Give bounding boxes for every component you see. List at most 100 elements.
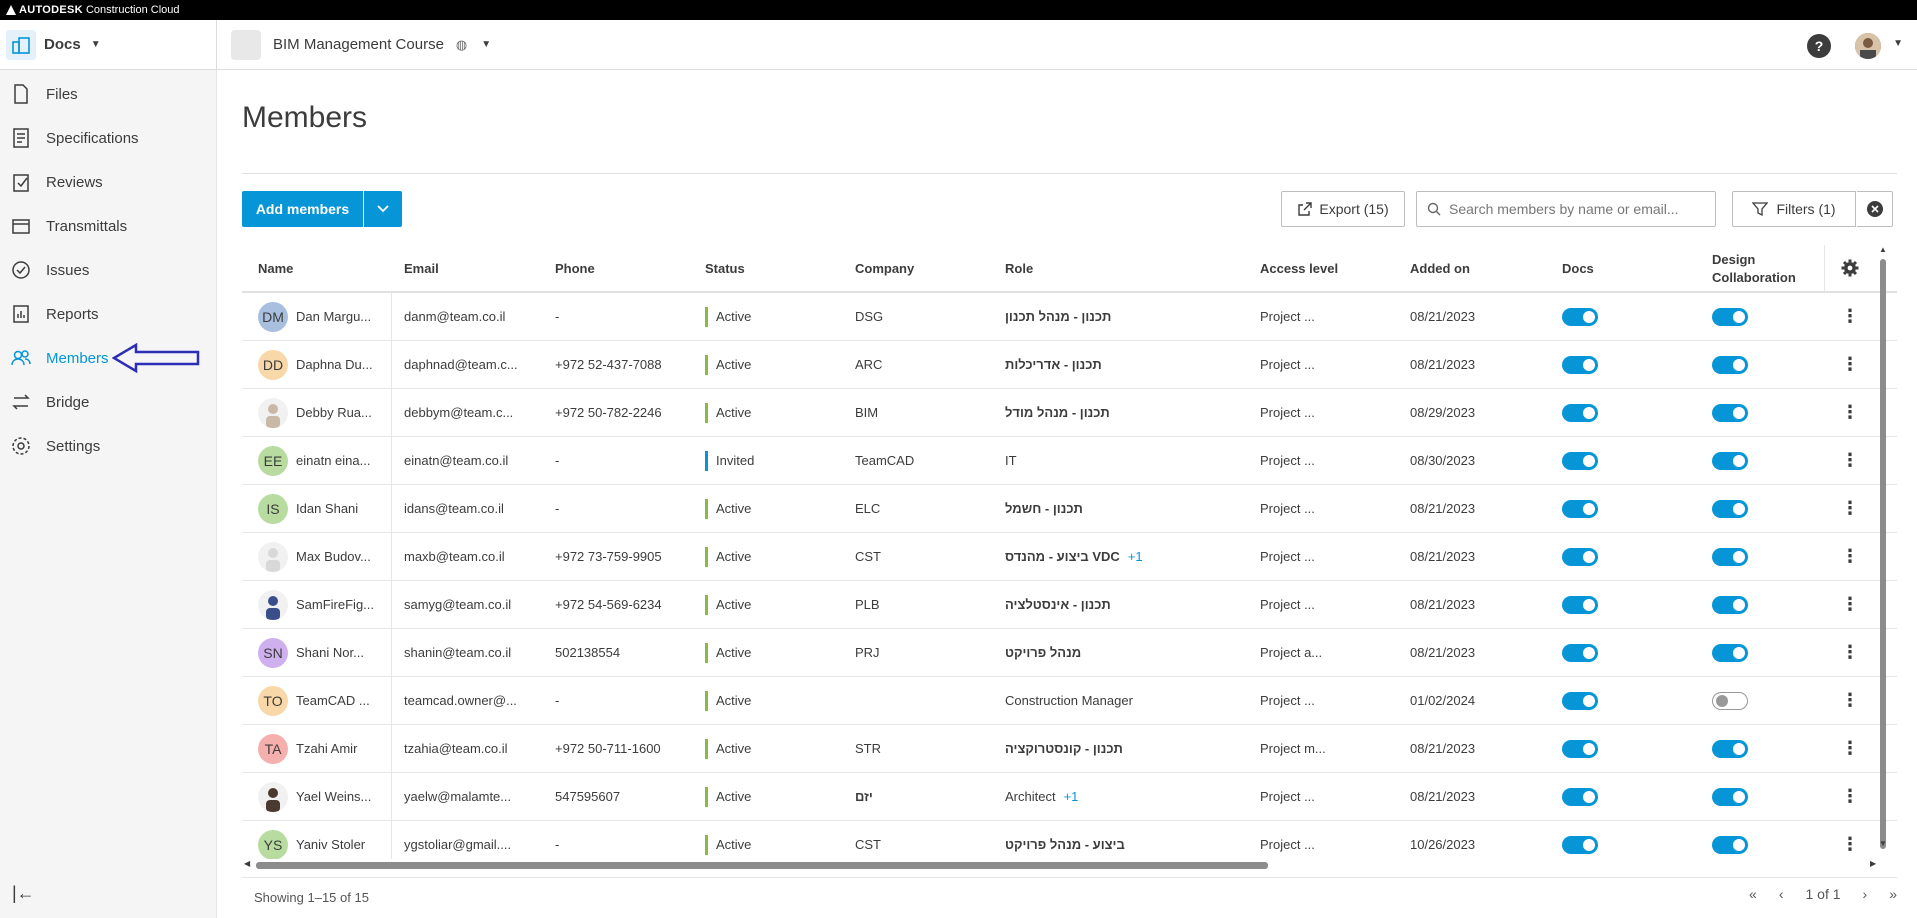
docs-access-toggle[interactable] [1562, 355, 1598, 374]
member-name-cell[interactable]: SN Shani Nor... [258, 629, 386, 676]
column-header-status[interactable]: Status [705, 245, 745, 291]
add-members-button[interactable]: Add members [242, 191, 363, 227]
scroll-right-icon[interactable]: ▶ [1870, 859, 1876, 868]
sidebar-item-transmittals[interactable]: Transmittals [0, 204, 216, 248]
row-actions-button[interactable]: ⋮ [1840, 629, 1860, 676]
docs-access-toggle[interactable] [1562, 403, 1598, 422]
sidebar-item-issues[interactable]: Issues [0, 248, 216, 292]
table-row[interactable]: TO TeamCAD ... teamcad.owner@... - Active… [242, 677, 1897, 725]
sidebar-item-settings[interactable]: Settings [0, 424, 216, 468]
column-header-access-level[interactable]: Access level [1260, 245, 1338, 291]
row-actions-button[interactable]: ⋮ [1840, 725, 1860, 772]
column-header-added-on[interactable]: Added on [1410, 245, 1470, 291]
design-collaboration-toggle[interactable] [1712, 595, 1748, 614]
row-actions-button[interactable]: ⋮ [1840, 293, 1860, 340]
member-name-cell[interactable]: DD Daphna Du... [258, 341, 386, 388]
row-actions-button[interactable]: ⋮ [1840, 389, 1860, 436]
design-collaboration-toggle[interactable] [1712, 355, 1748, 374]
design-collaboration-toggle[interactable] [1712, 547, 1748, 566]
table-row[interactable]: SN Shani Nor... shanin@team.co.il 5021385… [242, 629, 1897, 677]
design-collaboration-toggle[interactable] [1712, 499, 1748, 518]
column-header-company[interactable]: Company [855, 245, 914, 291]
scrollbar-thumb[interactable] [1880, 259, 1886, 849]
table-row[interactable]: Yael Weins... yaelw@malamte... 547595607… [242, 773, 1897, 821]
column-header-name[interactable]: Name [258, 245, 293, 291]
member-name-cell[interactable]: Yael Weins... [258, 773, 386, 820]
member-name-cell[interactable]: YS Yaniv Stoler [258, 821, 386, 859]
sidebar-item-files[interactable]: Files [0, 72, 216, 116]
clear-filters-button[interactable] [1857, 191, 1893, 227]
row-actions-button[interactable]: ⋮ [1840, 773, 1860, 820]
member-name-cell[interactable]: TO TeamCAD ... [258, 677, 386, 724]
table-row[interactable]: Max Budov... maxb@team.co.il +972 73-759… [242, 533, 1897, 581]
row-actions-button[interactable]: ⋮ [1840, 533, 1860, 580]
design-collaboration-toggle[interactable] [1712, 643, 1748, 662]
docs-access-toggle[interactable] [1562, 787, 1598, 806]
sidebar-item-reports[interactable]: Reports [0, 292, 216, 336]
docs-access-toggle[interactable] [1562, 547, 1598, 566]
table-row[interactable]: SamFireFig... samyg@team.co.il +972 54-5… [242, 581, 1897, 629]
member-name-cell[interactable]: Max Budov... [258, 533, 386, 580]
search-field[interactable] [1416, 191, 1716, 227]
project-switcher[interactable]: BIM Management Course ◍ ▼ [217, 29, 491, 60]
prev-page-icon[interactable]: ‹ [1779, 886, 1784, 902]
row-actions-button[interactable]: ⋮ [1840, 821, 1860, 859]
scrollbar-thumb[interactable] [256, 862, 1268, 869]
scroll-left-icon[interactable]: ◀ [244, 859, 250, 868]
column-header-design-collaboration[interactable]: Design Collaboration [1712, 245, 1796, 291]
member-name-cell[interactable]: DM Dan Margu... [258, 293, 386, 340]
design-collaboration-toggle[interactable] [1712, 787, 1748, 806]
table-row[interactable]: TA Tzahi Amir tzahia@team.co.il +972 50-7… [242, 725, 1897, 773]
add-members-dropdown[interactable] [364, 191, 402, 227]
scroll-up-icon[interactable]: ▲ [1879, 245, 1887, 254]
role-more-badge[interactable]: +1 [1064, 789, 1079, 804]
horizontal-scrollbar[interactable]: ◀ ▶ [242, 859, 1882, 871]
row-actions-button[interactable]: ⋮ [1840, 341, 1860, 388]
table-row[interactable]: YS Yaniv Stoler ygstoliar@gmail.... - Act… [242, 821, 1897, 859]
column-header-email[interactable]: Email [404, 245, 439, 291]
scroll-down-icon[interactable]: ▼ [1879, 839, 1887, 848]
member-name-cell[interactable]: EE einatn eina... [258, 437, 386, 484]
user-avatar[interactable] [1855, 33, 1881, 59]
table-row[interactable]: DD Daphna Du... daphnad@team.c... +972 52… [242, 341, 1897, 389]
export-button[interactable]: Export (15) [1281, 191, 1405, 227]
design-collaboration-toggle[interactable] [1712, 451, 1748, 470]
search-input[interactable] [1449, 201, 1699, 217]
table-row[interactable]: Debby Rua... debbym@team.c... +972 50-78… [242, 389, 1897, 437]
design-collaboration-toggle[interactable] [1712, 307, 1748, 326]
docs-access-toggle[interactable] [1562, 739, 1598, 758]
member-name-cell[interactable]: IS Idan Shani [258, 485, 386, 532]
row-actions-button[interactable]: ⋮ [1840, 437, 1860, 484]
docs-access-toggle[interactable] [1562, 499, 1598, 518]
member-name-cell[interactable]: Debby Rua... [258, 389, 386, 436]
column-header-role[interactable]: Role [1005, 245, 1033, 291]
member-name-cell[interactable]: SamFireFig... [258, 581, 386, 628]
role-more-badge[interactable]: +1 [1128, 549, 1143, 564]
docs-access-toggle[interactable] [1562, 307, 1598, 326]
column-settings-button[interactable] [1824, 245, 1874, 291]
design-collaboration-toggle[interactable] [1712, 691, 1748, 710]
table-row[interactable]: DM Dan Margu... danm@team.co.il - Active … [242, 293, 1897, 341]
column-header-docs[interactable]: Docs [1562, 245, 1594, 291]
chevron-down-icon[interactable]: ▼ [1893, 38, 1903, 49]
help-button[interactable]: ? [1807, 34, 1831, 58]
next-page-icon[interactable]: › [1863, 886, 1868, 902]
docs-access-toggle[interactable] [1562, 451, 1598, 470]
first-page-icon[interactable]: « [1749, 886, 1757, 902]
table-row[interactable]: EE einatn eina... einatn@team.co.il - Inv… [242, 437, 1897, 485]
vertical-scrollbar[interactable]: ▲ ▼ [1878, 245, 1888, 849]
member-name-cell[interactable]: TA Tzahi Amir [258, 725, 386, 772]
product-switcher[interactable]: Docs ▼ [0, 19, 217, 70]
row-actions-button[interactable]: ⋮ [1840, 581, 1860, 628]
sidebar-item-bridge[interactable]: Bridge [0, 380, 216, 424]
row-actions-button[interactable]: ⋮ [1840, 485, 1860, 532]
docs-access-toggle[interactable] [1562, 691, 1598, 710]
docs-access-toggle[interactable] [1562, 835, 1598, 854]
sidebar-item-reviews[interactable]: Reviews [0, 160, 216, 204]
design-collaboration-toggle[interactable] [1712, 835, 1748, 854]
table-row[interactable]: IS Idan Shani idans@team.co.il - Active E… [242, 485, 1897, 533]
collapse-sidebar-icon[interactable]: |← [12, 883, 35, 904]
docs-access-toggle[interactable] [1562, 643, 1598, 662]
design-collaboration-toggle[interactable] [1712, 403, 1748, 422]
column-header-phone[interactable]: Phone [555, 245, 595, 291]
